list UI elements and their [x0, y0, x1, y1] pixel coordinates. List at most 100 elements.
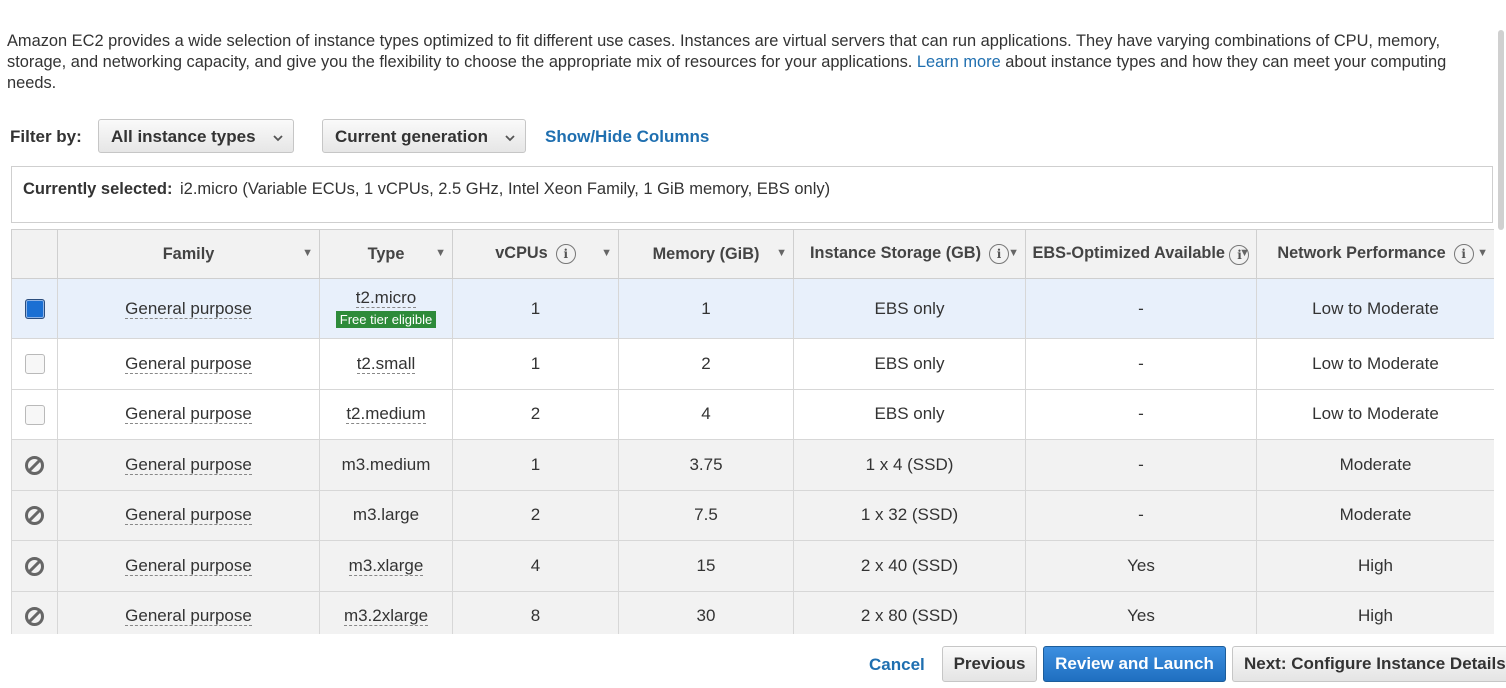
select-cell — [11, 540, 58, 592]
column-header-memory[interactable]: Memory (GiB) ▼ — [618, 229, 794, 279]
page-scrollbar[interactable] — [1498, 30, 1504, 230]
vcpus-cell: 2 — [452, 489, 619, 541]
type-cell: m3.2xlarge — [343, 606, 429, 627]
type-cell: t2.medium — [346, 404, 426, 425]
column-header-network[interactable]: Network Performance i ▼ — [1256, 229, 1494, 279]
table-row: General purpose m3.2xlarge 8 30 2 x 80 (… — [11, 590, 1494, 634]
currently-selected-value: i2.micro (Variable ECUs, 1 vCPUs, 2.5 GH… — [180, 180, 831, 198]
sort-arrow-icon: ▼ — [1477, 247, 1488, 259]
row-checkbox[interactable] — [24, 298, 45, 319]
column-header-family[interactable]: Family ▼ — [57, 229, 320, 279]
memory-cell: 1 — [618, 278, 794, 339]
table-row[interactable]: General purpose t2.medium 2 4 EBS only -… — [11, 388, 1494, 440]
info-icon[interactable]: i — [989, 244, 1009, 264]
storage-cell: EBS only — [793, 338, 1026, 390]
info-icon[interactable]: i — [555, 244, 576, 264]
sort-arrow-icon: ▼ — [1239, 247, 1250, 259]
chevron-down-icon — [272, 129, 284, 149]
ebs-cell: - — [1025, 338, 1257, 390]
type-cell: t2.small — [356, 353, 416, 374]
ebs-cell: Yes — [1025, 540, 1257, 592]
ebs-cell: Yes — [1025, 590, 1257, 634]
select-cell[interactable] — [11, 388, 58, 440]
network-cell: High — [1256, 590, 1494, 634]
memory-cell: 15 — [618, 540, 794, 592]
not-available-icon — [25, 556, 44, 576]
generation-filter-dropdown[interactable]: Current generation — [322, 119, 526, 153]
family-cell: General purpose — [125, 555, 252, 576]
memory-cell: 4 — [618, 388, 794, 440]
currently-selected-panel: Currently selected: i2.micro (Variable E… — [11, 166, 1493, 223]
learn-more-link[interactable]: Learn more — [917, 53, 1001, 71]
vcpus-cell: 2 — [452, 388, 619, 440]
previous-button[interactable]: Previous — [942, 646, 1037, 682]
network-cell: High — [1256, 540, 1494, 592]
select-cell — [11, 489, 58, 541]
select-column-header — [11, 229, 58, 279]
filter-label: Filter by: — [10, 127, 82, 146]
type-cell: m3.xlarge — [348, 555, 424, 576]
storage-cell: 2 x 40 (SSD) — [793, 540, 1026, 592]
cancel-button[interactable]: Cancel — [869, 655, 925, 675]
next-configure-instance-button[interactable]: Next: Configure Instance Details — [1232, 646, 1506, 682]
wizard-footer: Cancel Previous Review and Launch Next: … — [0, 640, 1506, 688]
memory-cell: 3.75 — [618, 439, 794, 491]
family-cell: General purpose — [125, 606, 252, 627]
not-available-icon — [25, 455, 44, 475]
network-cell: Low to Moderate — [1256, 278, 1494, 339]
sort-arrow-icon: ▼ — [435, 247, 446, 259]
network-cell: Low to Moderate — [1256, 388, 1494, 440]
network-cell: Moderate — [1256, 489, 1494, 541]
filter-bar: Filter by: All instance types Current ge… — [10, 119, 1490, 155]
sort-arrow-icon: ▼ — [1008, 247, 1019, 259]
sort-arrow-icon: ▼ — [776, 247, 787, 259]
storage-cell: 1 x 32 (SSD) — [793, 489, 1026, 541]
memory-cell: 2 — [618, 338, 794, 390]
memory-cell: 7.5 — [618, 489, 794, 541]
info-icon[interactable]: i — [1453, 244, 1474, 264]
currently-selected-label: Currently selected: — [23, 180, 173, 198]
ebs-cell: - — [1025, 278, 1257, 339]
instance-type-filter-value: All instance types — [111, 127, 256, 146]
row-checkbox[interactable] — [24, 354, 45, 374]
review-and-launch-button[interactable]: Review and Launch — [1043, 646, 1226, 682]
family-cell: General purpose — [125, 404, 252, 425]
table-row: General purpose m3.xlarge 4 15 2 x 40 (S… — [11, 540, 1494, 592]
vcpus-cell: 1 — [452, 338, 619, 390]
column-header-type[interactable]: Type ▼ — [319, 229, 453, 279]
row-checkbox[interactable] — [24, 404, 45, 425]
storage-cell: 2 x 80 (SSD) — [793, 590, 1026, 634]
table-row[interactable]: General purpose t2.small 1 2 EBS only - … — [11, 338, 1494, 390]
select-cell[interactable] — [11, 338, 58, 390]
type-cell: t2.micro — [355, 288, 417, 308]
table-row[interactable]: General purpose t2.micro Free tier eligi… — [11, 278, 1494, 339]
type-cell: m3.large — [352, 505, 420, 525]
generation-filter-value: Current generation — [335, 127, 489, 146]
free-tier-badge: Free tier eligible — [335, 311, 437, 328]
family-cell: General purpose — [125, 298, 252, 319]
column-header-vcpus[interactable]: vCPUs i ▼ — [452, 229, 619, 279]
select-cell — [11, 590, 58, 634]
ebs-cell: - — [1025, 439, 1257, 491]
not-available-icon — [25, 506, 44, 526]
ebs-cell: - — [1025, 489, 1257, 541]
column-header-storage[interactable]: Instance Storage (GB) i ▼ — [793, 229, 1026, 279]
chevron-down-icon — [504, 129, 516, 149]
table-row: General purpose m3.large 2 7.5 1 x 32 (S… — [11, 489, 1494, 541]
ebs-cell: - — [1025, 388, 1257, 440]
select-cell[interactable] — [11, 278, 58, 339]
column-header-ebs-optimized[interactable]: EBS-Optimized Available i ▼ — [1025, 229, 1257, 279]
memory-cell: 30 — [618, 590, 794, 634]
instance-type-filter-dropdown[interactable]: All instance types — [98, 119, 294, 153]
select-cell — [11, 439, 58, 491]
sort-arrow-icon: ▼ — [601, 247, 612, 259]
vcpus-cell: 1 — [452, 278, 619, 339]
vcpus-cell: 1 — [452, 439, 619, 491]
network-cell: Low to Moderate — [1256, 338, 1494, 390]
show-hide-columns-link[interactable]: Show/Hide Columns — [545, 127, 709, 147]
table-row: General purpose m3.medium 1 3.75 1 x 4 (… — [11, 439, 1494, 491]
vcpus-cell: 4 — [452, 540, 619, 592]
family-cell: General purpose — [125, 505, 252, 526]
intro-text: Amazon EC2 provides a wide selection of … — [7, 31, 1493, 94]
sort-arrow-icon: ▼ — [302, 247, 313, 259]
